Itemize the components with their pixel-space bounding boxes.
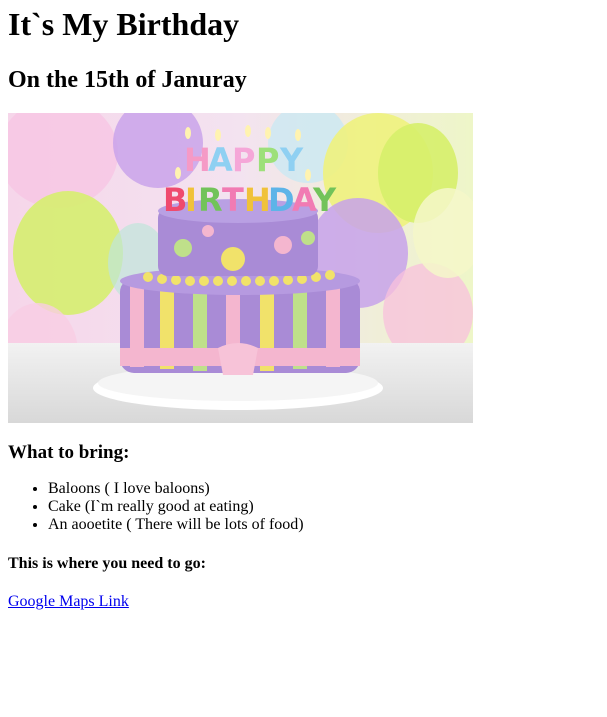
candle-letter: H bbox=[244, 181, 271, 219]
list-item: Baloons ( I love baloons) bbox=[48, 480, 599, 498]
candle-letter: T bbox=[222, 181, 244, 219]
candle-letter: Y bbox=[279, 141, 304, 179]
candle-letter: B bbox=[163, 181, 187, 219]
bring-heading: What to bring: bbox=[8, 442, 130, 463]
candle-letter: I bbox=[185, 181, 197, 219]
birthday-cake-illustration: H A P P Y B I R T H D A Y bbox=[8, 113, 473, 423]
candle-letter: H bbox=[184, 141, 211, 179]
page-subtitle: On the 15th of Januray bbox=[8, 67, 247, 93]
candle-letter: D bbox=[268, 181, 295, 219]
candle-letter: P bbox=[232, 141, 255, 179]
list-item: Cake (I`m really good at eating) bbox=[48, 498, 599, 516]
candle-letter: R bbox=[198, 181, 223, 219]
candle-letter: Y bbox=[312, 181, 337, 219]
list-item: An aooetite ( There will be lots of food… bbox=[48, 516, 599, 534]
location-heading: This is where you need to go: bbox=[8, 555, 206, 572]
birthday-cake-image: H A P P Y B I R T H D A Y bbox=[8, 113, 473, 423]
page: It`s My Birthday On the 15th of Januray bbox=[0, 0, 607, 611]
google-maps-link[interactable]: Google Maps Link bbox=[8, 593, 129, 611]
candle-letter: A bbox=[208, 141, 233, 179]
bring-list: Baloons ( I love baloons) Cake (I`m real… bbox=[8, 480, 599, 534]
candle-letter: P bbox=[256, 141, 279, 179]
page-title: It`s My Birthday bbox=[8, 6, 240, 42]
